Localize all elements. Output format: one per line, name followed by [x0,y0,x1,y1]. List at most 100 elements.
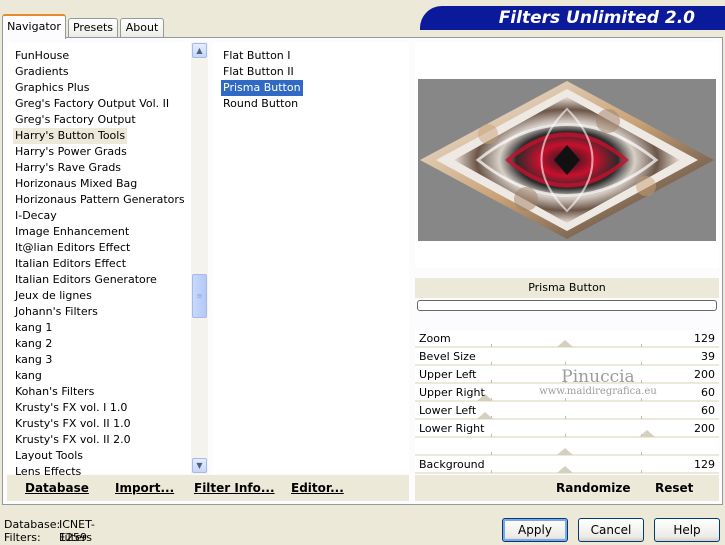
category-item[interactable]: Horizonaus Pattern Generators [13,192,187,208]
category-item[interactable]: Greg's Factory Output Vol. II [13,96,171,112]
param-row[interactable]: Upper Right 60 [415,384,719,402]
slider-thumb-icon[interactable] [557,340,573,347]
randomize-button[interactable]: Randomize [556,481,630,495]
category-item[interactable]: Italian Editors Generatore [13,272,159,288]
slider-tick [641,362,642,365]
slider-tick [491,434,492,437]
param-row[interactable]: Lower Right 200 [415,420,719,438]
import-button[interactable]: Import... [115,481,174,495]
slider-thumb-icon[interactable] [477,412,493,419]
right-button-bar: Randomize Reset [415,475,719,501]
category-item[interactable]: FunHouse [13,48,71,64]
category-item[interactable]: Italian Editors Effect [13,256,128,272]
filter-item[interactable]: Prisma Button [221,80,303,96]
filter-item[interactable]: Flat Button I [221,48,293,64]
category-item[interactable]: Jeux de lignes [13,288,94,304]
param-value: 60 [701,404,715,417]
param-row[interactable]: Bevel Size 39 [415,348,719,366]
left-button-bar: Database Import... Filter Info... Editor… [7,475,409,501]
slider-tick [641,398,642,401]
param-label: Upper Right [419,386,485,399]
category-item[interactable]: Horizonaus Mixed Bag [13,176,139,192]
slider-tick [565,416,566,419]
help-button[interactable]: Help [654,518,720,542]
param-label: Lower Left [419,404,477,417]
cancel-button[interactable]: Cancel [578,518,644,542]
category-item[interactable]: Greg's Factory Output [13,112,138,128]
current-filter-name: Prisma Button [415,278,719,298]
slider-tick [565,434,566,437]
tab-about[interactable]: About [120,18,164,38]
param-value: 200 [694,368,715,381]
editor-button[interactable]: Editor... [291,481,344,495]
tab-presets[interactable]: Presets [68,18,118,38]
apply-button[interactable]: Apply [502,518,568,542]
param-label: Background [419,458,485,471]
slider-thumb-icon[interactable] [557,466,573,473]
param-value: 60 [701,386,715,399]
category-item[interactable]: kang 1 [13,320,54,336]
scroll-thumb[interactable]: ≡ [192,274,207,318]
category-item[interactable]: Krusty's FX vol. II 2.0 [13,432,133,448]
category-item[interactable]: Johann's Filters [13,304,100,320]
category-item[interactable]: Image Enhancement [13,224,131,240]
category-item[interactable]: Layout Tools [13,448,85,464]
filter-list[interactable]: Flat Button I Flat Button II Prisma Button… [213,42,409,474]
filter-item[interactable]: Round Button [221,96,300,112]
filters-count-value: 1259 [59,531,87,544]
param-row[interactable] [415,438,719,456]
slider-tick [491,452,492,455]
param-row[interactable]: Zoom 129 [415,330,719,348]
filter-item[interactable]: Flat Button II [221,64,296,80]
category-item[interactable]: Krusty's FX vol. II 1.0 [13,416,133,432]
database-button[interactable]: Database [25,481,89,495]
preview-image [418,79,716,241]
category-item[interactable]: I-Decay [13,208,59,224]
slider-tick [491,362,492,365]
param-label: Upper Left [419,368,477,381]
category-item[interactable]: Gradients [13,64,71,80]
main-panel: FunHouse Gradients Graphics Plus Greg's Fac… [2,37,723,505]
reset-button[interactable]: Reset [655,481,693,495]
param-value: 200 [694,422,715,435]
filters-count-label: Filters: [4,531,41,544]
category-item[interactable]: Krusty's FX vol. I 1.0 [13,400,129,416]
tab-navigator[interactable]: Navigator [2,14,66,39]
category-item[interactable]: kang 3 [13,352,54,368]
category-item[interactable]: Graphics Plus [13,80,91,96]
slider-thumb-icon[interactable] [557,448,573,455]
scroll-up-icon[interactable]: ▲ [192,43,207,58]
slider-tick [641,380,642,383]
category-item[interactable]: kang 2 [13,336,54,352]
category-item[interactable]: kang [13,368,44,384]
category-item[interactable]: It@lian Editors Effect [13,240,132,256]
slider-tick [491,380,492,383]
scroll-down-icon[interactable]: ▼ [192,458,207,473]
param-row[interactable]: Lower Left 60 [415,402,719,420]
param-value: 129 [694,332,715,345]
param-row[interactable]: Upper Left 200 [415,366,719,384]
category-item[interactable]: Harry's Button Tools [13,128,128,144]
param-row[interactable]: Background 129 [415,456,719,474]
title-banner: Filters Unlimited 2.0 [420,6,725,30]
param-value: 39 [701,350,715,363]
category-list[interactable]: FunHouse Gradients Graphics Plus Greg's Fac… [7,42,208,478]
category-scrollbar[interactable]: ▲ ≡ ▼ [191,42,208,474]
category-item[interactable]: Harry's Power Grads [13,144,129,160]
database-label: Database: [4,518,61,531]
filter-info-button[interactable]: Filter Info... [194,481,275,495]
param-label: Bevel Size [419,350,476,363]
param-label: Zoom [419,332,451,345]
slider-tick [641,344,642,347]
slider-tick [641,452,642,455]
slider-tick [491,344,492,347]
slider-tick [565,362,566,365]
slider-thumb-icon[interactable] [639,430,655,437]
app-title: Filters Unlimited 2.0 [498,8,695,28]
category-item[interactable]: Kohan's Filters [13,384,96,400]
slider-tick [565,398,566,401]
slider-tick [641,470,642,473]
progress-bar [417,300,717,311]
category-item[interactable]: Harry's Rave Grads [13,160,123,176]
slider-tick [565,380,566,383]
